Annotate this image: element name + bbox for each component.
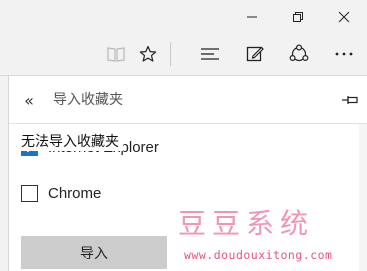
minimize-button[interactable] <box>229 0 275 33</box>
chrome-label: Chrome <box>48 184 102 202</box>
restore-button[interactable] <box>275 0 321 33</box>
title-bar <box>0 0 367 33</box>
hub-icon <box>201 48 219 60</box>
pin-icon <box>342 96 358 104</box>
chrome-checkbox[interactable] <box>21 184 38 202</box>
close-button[interactable] <box>321 0 367 33</box>
hub-button[interactable] <box>194 33 226 75</box>
share-icon <box>289 44 309 62</box>
import-button[interactable]: 导入 <box>21 236 167 269</box>
pin-pane-button[interactable] <box>338 88 362 112</box>
close-icon <box>338 11 350 22</box>
toolbar-separator <box>170 42 171 66</box>
watermark-logo-text: 豆豆系统 <box>178 207 315 240</box>
browser-window: « 导入收藏夹 Internet Explorer 无法导入收藏夹 <box>0 0 367 271</box>
web-note-button[interactable] <box>239 33 271 75</box>
favorites-button[interactable] <box>133 33 163 75</box>
panel-header: « 导入收藏夹 <box>9 76 367 124</box>
panel-scrollbar[interactable] <box>359 124 367 271</box>
share-button[interactable] <box>283 33 315 75</box>
reading-view-button[interactable] <box>101 33 131 75</box>
browser-toolbar <box>0 33 367 76</box>
restore-icon <box>293 11 303 22</box>
back-button[interactable]: « <box>17 88 41 112</box>
more-icon <box>335 52 353 56</box>
favorites-star-icon <box>139 45 157 62</box>
more-button[interactable] <box>328 33 360 75</box>
watermark-url: www.doudouxitong.com <box>184 248 333 262</box>
import-error-heading: 无法导入收藏夹 <box>21 131 123 151</box>
panel-title: 导入收藏夹 <box>53 92 123 108</box>
web-note-icon <box>246 46 264 62</box>
option-chrome[interactable]: Chrome <box>21 182 101 204</box>
minimize-icon <box>247 16 257 17</box>
back-chevron-icon: « <box>24 90 34 110</box>
reading-view-icon <box>107 47 125 62</box>
